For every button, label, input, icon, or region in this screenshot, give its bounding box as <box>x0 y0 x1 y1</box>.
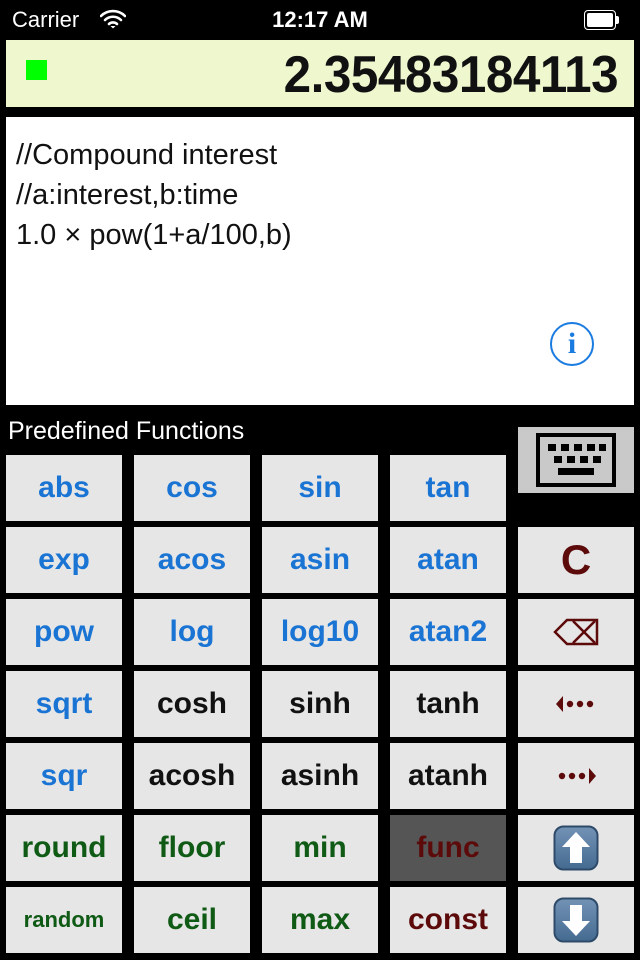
function-button-atanh[interactable]: atanh <box>390 743 506 809</box>
status-led-icon <box>26 60 47 80</box>
function-button-cos[interactable]: cos <box>134 455 250 521</box>
clear-button[interactable]: C <box>518 527 634 593</box>
arrow-up-icon <box>553 825 599 871</box>
page-up-button[interactable] <box>518 815 634 881</box>
function-button-ceil[interactable]: ceil <box>134 887 250 953</box>
function-button-max[interactable]: max <box>262 887 378 953</box>
function-button-log[interactable]: log <box>134 599 250 665</box>
function-button-acos[interactable]: acos <box>134 527 250 593</box>
function-button-floor[interactable]: floor <box>134 815 250 881</box>
page-down-button[interactable] <box>518 887 634 953</box>
function-button-sqr[interactable]: sqr <box>6 743 122 809</box>
function-button-random[interactable]: random <box>6 887 122 953</box>
cursor-left-icon <box>556 696 594 712</box>
result-display: 2.35483184113 <box>6 40 634 107</box>
function-button-atan[interactable]: atan <box>390 527 506 593</box>
function-button-sinh[interactable]: sinh <box>262 671 378 737</box>
expression-editor[interactable]: //Compound interest //a:interest,b:time … <box>6 117 634 405</box>
function-button-func[interactable]: func <box>390 815 506 881</box>
function-button-sin[interactable]: sin <box>262 455 378 521</box>
function-button-round[interactable]: round <box>6 815 122 881</box>
function-button-min[interactable]: min <box>262 815 378 881</box>
function-button-asinh[interactable]: asinh <box>262 743 378 809</box>
backspace-button[interactable] <box>518 599 634 665</box>
function-button-sqrt[interactable]: sqrt <box>6 671 122 737</box>
function-button-asin[interactable]: asin <box>262 527 378 593</box>
expression-line[interactable]: //a:interest,b:time <box>16 175 238 215</box>
status-bar: Carrier 12:17 AM <box>0 0 640 40</box>
function-button-tanh[interactable]: tanh <box>390 671 506 737</box>
keyboard-icon <box>536 433 616 487</box>
function-button-abs[interactable]: abs <box>6 455 122 521</box>
clock: 12:17 AM <box>272 7 368 32</box>
backspace-icon <box>553 618 599 646</box>
battery-full-icon <box>584 10 619 30</box>
function-button-atan2[interactable]: atan2 <box>390 599 506 665</box>
function-button-exp[interactable]: exp <box>6 527 122 593</box>
cursor-right-button[interactable] <box>518 743 634 809</box>
cursor-right-icon <box>558 768 596 784</box>
expression-line[interactable]: 1.0 × pow(1+a/100,b) <box>16 215 292 255</box>
function-button-const[interactable]: const <box>390 887 506 953</box>
result-value: 2.35483184113 <box>283 46 618 104</box>
info-button[interactable]: i <box>550 322 594 366</box>
arrow-down-icon <box>553 897 599 943</box>
function-button-acosh[interactable]: acosh <box>134 743 250 809</box>
function-button-cosh[interactable]: cosh <box>134 671 250 737</box>
section-label: Predefined Functions <box>8 417 245 445</box>
function-button-pow[interactable]: pow <box>6 599 122 665</box>
expression-line[interactable]: //Compound interest <box>16 135 277 175</box>
cursor-left-button[interactable] <box>518 671 634 737</box>
keyboard-toggle-button[interactable] <box>518 427 634 493</box>
function-button-log10[interactable]: log10 <box>262 599 378 665</box>
function-button-tan[interactable]: tan <box>390 455 506 521</box>
